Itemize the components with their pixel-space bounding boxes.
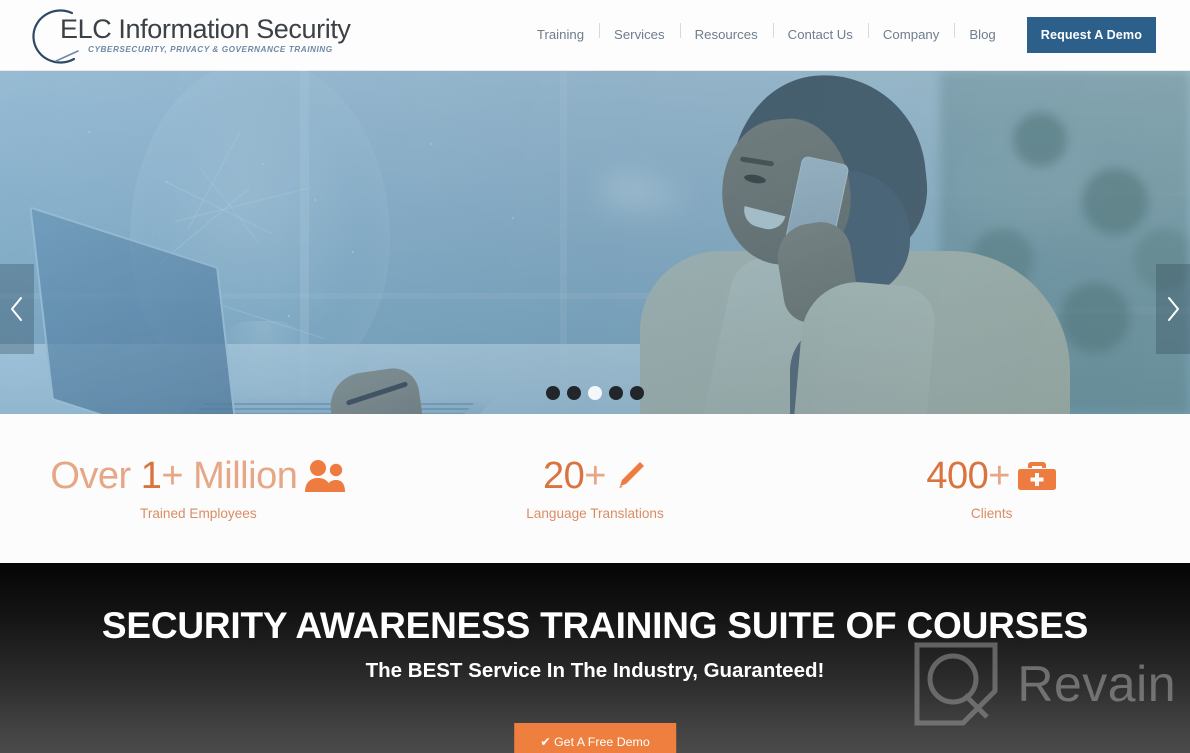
stat-plus: +	[988, 454, 1010, 497]
briefcase-icon	[1017, 459, 1057, 493]
stat-suffix: Million	[193, 454, 298, 497]
stat-clients: 400+ Clients	[793, 457, 1190, 521]
stat-number: 400	[926, 454, 989, 497]
chevron-right-icon	[1168, 297, 1179, 321]
hero-carousel	[0, 71, 1190, 414]
stat-prefix: Over	[50, 454, 131, 497]
revain-logo-icon	[914, 642, 998, 726]
carousel-dot-1[interactable]	[546, 386, 560, 400]
get-a-free-demo-button[interactable]: ✔ Get A Free Demo	[514, 723, 676, 753]
carousel-pagination	[0, 386, 1190, 400]
request-a-demo-button[interactable]: Request A Demo	[1026, 17, 1156, 53]
users-icon	[304, 459, 346, 493]
stat-value-row: Over 1+ Million	[0, 457, 397, 495]
chevron-left-icon	[11, 297, 22, 321]
stat-value-row: 400+	[793, 457, 1190, 495]
carousel-dot-3[interactable]	[588, 386, 602, 400]
nav-item-services[interactable]: Services	[599, 23, 680, 42]
stat-language-translations: 20+ Language Translations	[397, 457, 794, 521]
logo-title: ELC Information Security	[60, 15, 351, 43]
statistics-section: Over 1+ Million Trained Employees 20+ La…	[0, 414, 1190, 563]
cta-section: SECURITY AWARENESS TRAINING SUITE OF COU…	[0, 563, 1190, 753]
logo-title-bold: ELC	[60, 14, 112, 44]
revain-watermark: Revain	[913, 641, 1176, 727]
stat-value-row: 20+	[397, 457, 794, 495]
cta-heading: SECURITY AWARENESS TRAINING SUITE OF COU…	[101, 605, 1089, 646]
nav-item-resources[interactable]: Resources	[679, 23, 773, 42]
site-header: ELC Information Security CYBERSECURITY, …	[0, 0, 1190, 71]
carousel-prev-button[interactable]	[0, 264, 34, 354]
hero-slide-image	[0, 71, 1190, 414]
carousel-next-button[interactable]	[1156, 264, 1190, 354]
carousel-dot-2[interactable]	[567, 386, 581, 400]
carousel-dot-4[interactable]	[609, 386, 623, 400]
nav-item-company[interactable]: Company	[867, 23, 954, 42]
nav-item-blog[interactable]: Blog	[954, 23, 1010, 42]
stat-trained-employees: Over 1+ Million Trained Employees	[0, 457, 397, 521]
stat-label: Language Translations	[526, 505, 664, 521]
pencil-icon	[613, 459, 647, 493]
stat-number: 20	[543, 454, 585, 497]
stat-label: Trained Employees	[140, 505, 257, 521]
nav-item-contact-us[interactable]: Contact Us	[772, 23, 868, 42]
site-logo[interactable]: ELC Information Security CYBERSECURITY, …	[26, 4, 351, 66]
stat-plus: +	[161, 454, 184, 497]
logo-title-rest: Information Security	[111, 14, 351, 44]
stat-number: 1	[140, 454, 162, 497]
stat-label: Clients	[970, 505, 1013, 521]
cta-subheading: The BEST Service In The Industry, Guaran…	[365, 659, 825, 682]
nav-item-training[interactable]: Training	[522, 28, 599, 41]
carousel-dot-5[interactable]	[630, 386, 644, 400]
main-navigation: Training Services Resources Contact Us C…	[522, 0, 1190, 71]
stat-plus: +	[584, 454, 606, 497]
logo-tagline: CYBERSECURITY, PRIVACY & GOVERNANCE TRAI…	[88, 45, 333, 55]
